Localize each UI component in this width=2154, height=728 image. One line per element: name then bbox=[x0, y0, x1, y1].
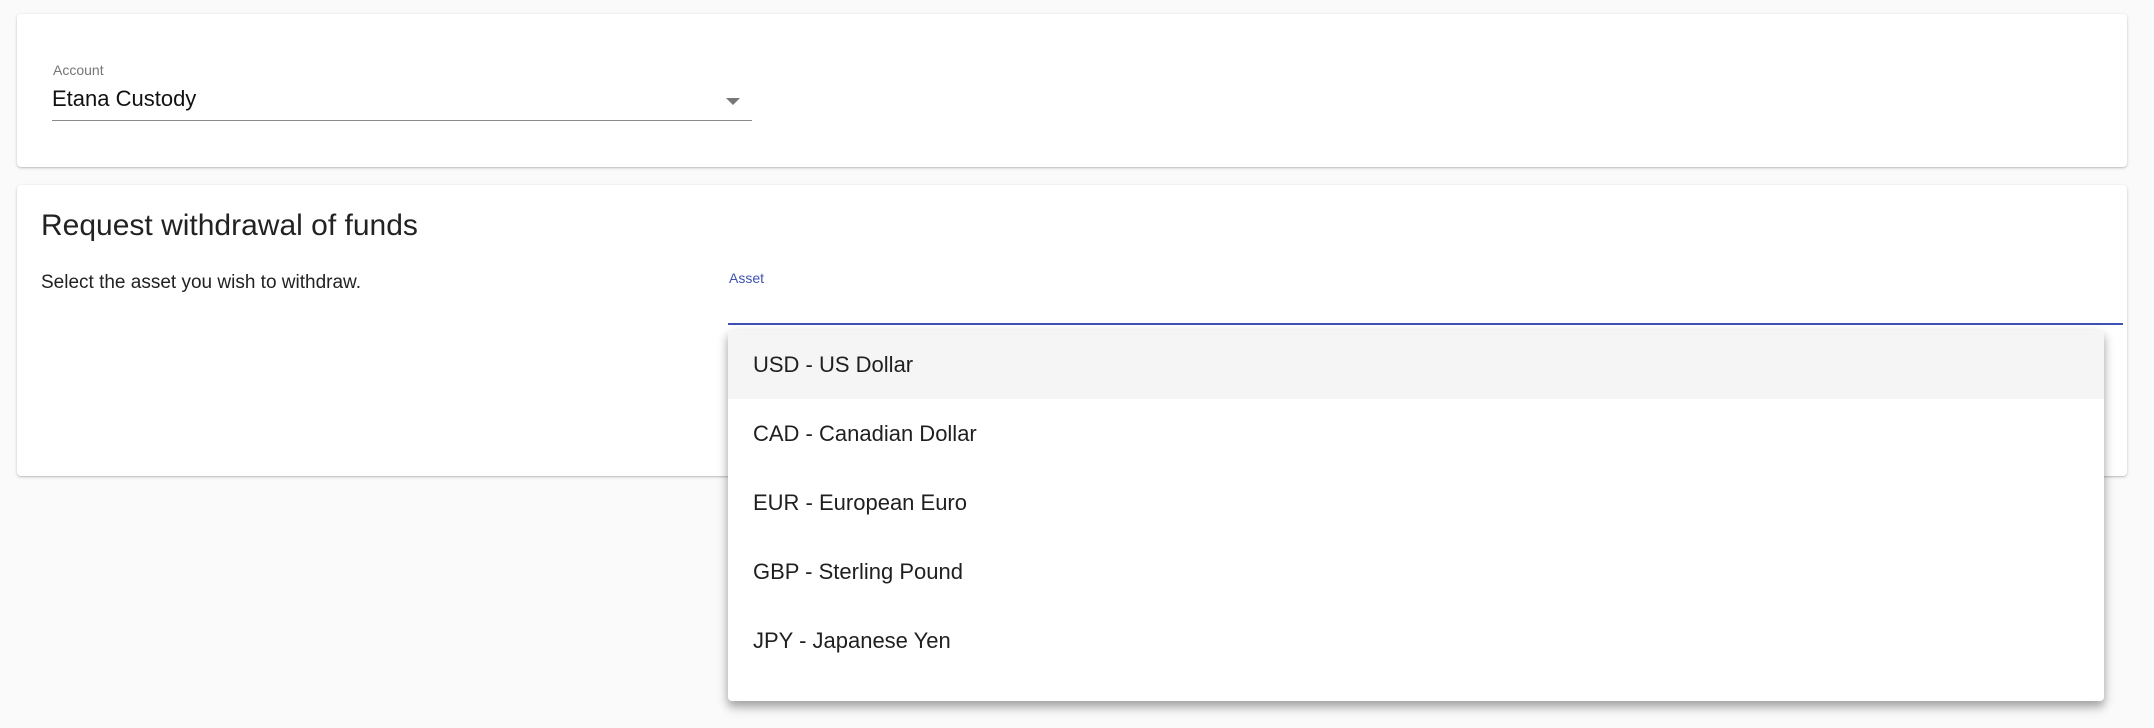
withdrawal-description: Select the asset you wish to withdraw. bbox=[41, 272, 361, 293]
page: Account Etana Custody Request withdrawal… bbox=[0, 0, 2154, 728]
asset-select[interactable]: Asset bbox=[728, 270, 2123, 325]
asset-option-eur[interactable]: EUR - European Euro bbox=[728, 468, 2104, 537]
withdrawal-title: Request withdrawal of funds bbox=[41, 209, 418, 242]
asset-dropdown-menu: USD - US Dollar CAD - Canadian Dollar EU… bbox=[728, 330, 2104, 701]
account-value: Etana Custody bbox=[52, 86, 197, 111]
account-select[interactable]: Account Etana Custody bbox=[52, 48, 752, 121]
asset-option-cad[interactable]: CAD - Canadian Dollar bbox=[728, 399, 2104, 468]
asset-label: Asset bbox=[729, 270, 765, 286]
asset-option-gbp[interactable]: GBP - Sterling Pound bbox=[728, 537, 2104, 606]
account-label: Account bbox=[53, 62, 104, 78]
chevron-down-icon[interactable] bbox=[726, 98, 740, 105]
asset-option-jpy[interactable]: JPY - Japanese Yen bbox=[728, 606, 2104, 675]
asset-underline bbox=[728, 323, 2123, 325]
account-underline bbox=[52, 120, 752, 121]
account-card: Account Etana Custody bbox=[17, 14, 2127, 167]
asset-option-usd[interactable]: USD - US Dollar bbox=[728, 330, 2104, 399]
